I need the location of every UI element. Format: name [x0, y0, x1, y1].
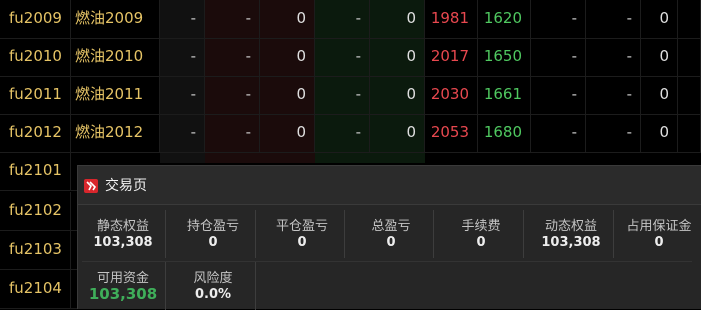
- stat-label: 持仓盈亏: [186, 219, 239, 234]
- quote-cell: 0: [641, 0, 678, 38]
- stat-label: 手续费: [461, 219, 501, 234]
- quote-cell: 0: [370, 38, 425, 76]
- quote-cell: 1680: [478, 114, 531, 152]
- quote-cell: 0: [641, 76, 678, 114]
- contract-code[interactable]: fu2011: [0, 76, 71, 114]
- trade-panel-title: 交易页: [105, 178, 147, 194]
- quote-cell: -: [205, 114, 260, 152]
- quote-cell: -: [531, 38, 586, 76]
- quote-cell: 1661: [478, 76, 531, 114]
- stat-value: 103,308: [541, 235, 601, 250]
- stat-label: 动态权益: [544, 219, 597, 234]
- table-row[interactable]: fu2011 燃油2011 - - 0 - 0 2030 1661 - - 0: [0, 76, 701, 115]
- stat-static-equity: 静态权益 103,308: [81, 210, 166, 258]
- stat-fees: 手续费 0: [439, 210, 524, 258]
- quote-cell: -: [205, 76, 260, 114]
- stat-value: 0.0%: [194, 287, 232, 302]
- quote-cell: 0: [370, 76, 425, 114]
- quote-cell: 0: [370, 0, 425, 38]
- quote-cell: 0: [260, 114, 315, 152]
- contract-code[interactable]: fu2102: [0, 192, 71, 230]
- stat-total-pnl: 总盈亏 0: [349, 210, 434, 258]
- contract-name[interactable]: 燃油2012: [71, 114, 160, 152]
- quote-cell: [678, 114, 701, 152]
- quote-cell: 0: [260, 0, 315, 38]
- quote-cell: -: [586, 76, 641, 114]
- stat-label: 静态权益: [96, 219, 149, 234]
- quote-cell: [678, 76, 701, 114]
- quote-cell: -: [205, 0, 260, 38]
- quote-cell: 2030: [425, 76, 478, 114]
- stat-value: 0: [297, 235, 307, 250]
- quote-cell: 0: [260, 38, 315, 76]
- stat-label: 总盈亏: [371, 219, 411, 234]
- stat-label: 占用保证金: [626, 219, 692, 234]
- quote-cell: 2017: [425, 38, 478, 76]
- quote-cell: -: [315, 114, 370, 152]
- stat-value: 0: [476, 235, 486, 250]
- quote-cell: 0: [641, 114, 678, 152]
- quote-cell: 0: [260, 76, 315, 114]
- stat-value: 103,308: [88, 285, 158, 303]
- stat-margin-used: 占用保证金 0: [617, 210, 701, 258]
- table-row[interactable]: fu2010 燃油2010 - - 0 - 0 2017 1650 - - 0: [0, 38, 701, 77]
- contract-code[interactable]: fu2009: [0, 0, 71, 38]
- stat-position-pnl: 持仓盈亏 0: [171, 210, 256, 258]
- quote-cell: -: [586, 114, 641, 152]
- quote-cell: -: [315, 38, 370, 76]
- stat-label: 平仓盈亏: [275, 219, 328, 234]
- quote-cell: -: [531, 76, 586, 114]
- quote-cell: [678, 38, 701, 76]
- quote-cell: 1981: [425, 0, 478, 38]
- contract-name[interactable]: 燃油2009: [71, 0, 160, 38]
- contract-code[interactable]: fu2101: [0, 152, 71, 190]
- stat-label: 风险度: [193, 271, 233, 286]
- quote-cell: -: [531, 114, 586, 152]
- stat-value: 0: [208, 235, 218, 250]
- trade-panel: 交易页 静态权益 103,308 持仓盈亏 0 平仓盈亏 0 总盈亏 0 手续费…: [77, 165, 701, 310]
- quote-cell: [678, 0, 701, 38]
- quote-cell: -: [160, 114, 205, 152]
- contract-code[interactable]: fu2012: [0, 114, 71, 152]
- contract-code[interactable]: fu2010: [0, 38, 71, 76]
- stat-close-pnl: 平仓盈亏 0: [260, 210, 345, 258]
- quote-cell: -: [315, 0, 370, 38]
- quote-cell: -: [205, 38, 260, 76]
- quote-cell: -: [315, 76, 370, 114]
- table-row[interactable]: fu2009 燃油2009 - - 0 - 0 1981 1620 - - 0: [0, 0, 701, 39]
- quote-cell: 1650: [478, 38, 531, 76]
- stat-value: 0: [386, 235, 396, 250]
- contract-name[interactable]: 燃油2010: [71, 38, 160, 76]
- stat-value: 103,308: [93, 235, 153, 250]
- contract-code[interactable]: fu2104: [0, 270, 71, 308]
- quote-cell: -: [160, 0, 205, 38]
- trade-logo-icon: [84, 179, 98, 193]
- stat-risk-ratio: 风险度 0.0%: [171, 262, 256, 310]
- quote-cell: -: [531, 0, 586, 38]
- contract-code[interactable]: fu2103: [0, 231, 71, 269]
- stat-value: 0: [654, 235, 664, 250]
- trade-panel-header[interactable]: 交易页: [78, 166, 701, 205]
- quote-cell: 0: [641, 38, 678, 76]
- stat-available-funds: 可用资金 103,308: [81, 262, 166, 310]
- quote-cell: 1620: [478, 0, 531, 38]
- quote-cell: 0: [370, 114, 425, 152]
- quote-cell: -: [586, 0, 641, 38]
- quote-cell: -: [160, 38, 205, 76]
- table-row[interactable]: fu2012 燃油2012 - - 0 - 0 2053 1680 - - 0: [0, 114, 701, 153]
- quote-cell: -: [586, 38, 641, 76]
- quote-cell: 2053: [425, 114, 478, 152]
- quote-cell: -: [160, 76, 205, 114]
- stat-label: 可用资金: [96, 271, 149, 286]
- stat-dynamic-equity: 动态权益 103,308: [529, 210, 614, 258]
- contract-name[interactable]: 燃油2011: [71, 76, 160, 114]
